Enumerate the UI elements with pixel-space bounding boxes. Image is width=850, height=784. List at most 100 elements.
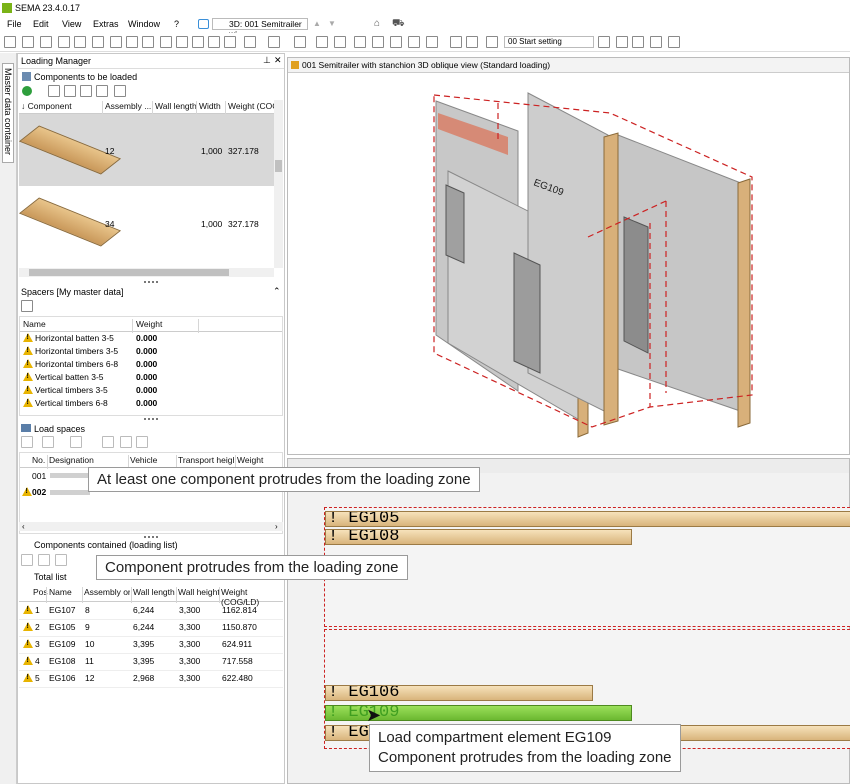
zoom-icon[interactable] [176, 36, 188, 48]
sort-icon[interactable] [120, 436, 132, 448]
move-icon[interactable] [208, 36, 220, 48]
element-eg105[interactable]: ! EG105 [325, 511, 850, 527]
col-spacer-name[interactable]: Name [23, 319, 46, 329]
col-spacer-weight[interactable]: Weight [136, 319, 162, 329]
start-setting-combo[interactable]: 00 Start setting [504, 36, 594, 48]
col-designation[interactable]: Designation [49, 455, 94, 465]
col-assembly[interactable]: Assembly ... [105, 101, 151, 111]
col-name[interactable]: Name [49, 587, 72, 597]
table-row[interactable]: 4 EG108 11 3,395 3,300 717.558 [19, 653, 283, 671]
splitter-grip[interactable] [144, 281, 158, 285]
col-wall-length[interactable]: Wall length [155, 101, 197, 111]
horizontal-scrollbar[interactable] [19, 268, 274, 277]
flag-icon[interactable] [650, 36, 662, 48]
table-row[interactable]: 3 EG109 10 3,395 3,300 624.911 [19, 636, 283, 654]
col-component[interactable]: ↓ Component [21, 101, 72, 111]
new-load-space-icon[interactable] [21, 436, 33, 448]
list-item[interactable]: Horizontal batten 3-5 0.000 [22, 332, 222, 345]
edit-load-space-icon[interactable] [70, 436, 82, 448]
table-row[interactable]: 34 1,000 327.178 [18, 186, 275, 258]
view-3d-panel[interactable]: 001 Semitrailer with stanchion 3D obliqu… [287, 57, 850, 455]
horizontal-scrollbar[interactable]: ‹ › [19, 522, 283, 531]
export-icon[interactable] [110, 36, 122, 48]
contained-edit-icon[interactable] [38, 554, 50, 566]
delete-load-space-icon[interactable] [102, 436, 114, 448]
list-icon[interactable] [450, 36, 462, 48]
cut-icon[interactable] [22, 36, 34, 48]
arrow-in-icon[interactable] [64, 85, 76, 97]
truck-icon[interactable]: ⛟ [392, 18, 405, 31]
settings-2-icon[interactable] [598, 36, 610, 48]
menu-file[interactable]: File [7, 19, 22, 29]
col-no[interactable]: No. [32, 455, 45, 465]
print-icon[interactable] [92, 36, 104, 48]
menu-edit[interactable]: Edit [33, 19, 49, 29]
menu-view[interactable]: View [62, 19, 81, 29]
table-row[interactable]: 2 EG105 9 6,244 3,300 1150.870 [19, 619, 283, 637]
table-icon[interactable] [486, 36, 498, 48]
panel-icon[interactable] [466, 36, 478, 48]
element-eg108[interactable]: ! EG108 [325, 529, 632, 545]
delete-icon[interactable] [316, 36, 328, 48]
pencil-icon[interactable] [334, 36, 346, 48]
list-item[interactable]: Vertical batten 3-5 0.000 [22, 371, 222, 384]
col-transport-height[interactable]: Transport height [178, 455, 234, 465]
paint-icon[interactable] [426, 36, 438, 48]
select-icon[interactable] [294, 36, 306, 48]
home-icon[interactable]: ⌂ [374, 18, 380, 29]
filter-icon[interactable] [114, 85, 126, 97]
spacer-options-icon[interactable] [21, 300, 33, 312]
col-contained-height[interactable]: Wall height [178, 587, 220, 597]
list-item[interactable]: Horizontal timbers 3-5 0.000 [22, 345, 222, 358]
copy-icon[interactable] [126, 36, 138, 48]
close-icon[interactable]: ✕ [274, 55, 282, 66]
pan-icon[interactable] [224, 36, 236, 48]
list-item[interactable]: Horizontal timbers 6-8 0.000 [22, 358, 222, 371]
menu-help[interactable]: ? [174, 19, 179, 29]
pin-icon[interactable]: ⊥ [263, 55, 271, 66]
gear-icon[interactable] [632, 36, 644, 48]
table-row[interactable]: 12 1,000 327.178 [18, 114, 275, 186]
menu-extras[interactable]: Extras [93, 19, 119, 29]
vertical-scrollbar[interactable] [274, 100, 283, 268]
move-load-space-icon[interactable] [136, 436, 148, 448]
contained-add-icon[interactable] [21, 554, 33, 566]
trash-icon[interactable] [96, 85, 108, 97]
col-width[interactable]: Width [199, 101, 221, 111]
settings-icon[interactable] [354, 36, 366, 48]
list-item[interactable]: Vertical timbers 6-8 0.000 [22, 397, 222, 410]
col-load-weight[interactable]: Weight [237, 455, 263, 465]
undo-icon[interactable] [58, 36, 70, 48]
snap-icon[interactable] [268, 36, 280, 48]
col-vehicle[interactable]: Vehicle [130, 455, 157, 465]
menu-window[interactable]: Window [128, 19, 160, 29]
lines-icon[interactable] [408, 36, 420, 48]
search-icon[interactable] [192, 36, 204, 48]
table-row[interactable]: 5 EG106 12 2,968 3,300 622.480 [19, 670, 283, 688]
layout-icon[interactable] [142, 36, 154, 48]
edit-icon[interactable] [40, 36, 52, 48]
copy-load-space-icon[interactable] [42, 436, 54, 448]
collapse-icon[interactable]: ⌃ [273, 286, 281, 297]
camera-icon[interactable] [616, 36, 628, 48]
add-icon[interactable] [22, 86, 32, 96]
col-weight[interactable]: Weight (COG... [228, 101, 278, 111]
element-eg106[interactable]: ! EG106 [325, 685, 593, 701]
splitter-grip[interactable] [144, 418, 158, 422]
col-assembly-order[interactable]: Assembly order [84, 587, 130, 597]
pin-icon[interactable] [668, 36, 680, 48]
list-item[interactable]: Vertical timbers 3-5 0.000 [22, 384, 222, 397]
table-row[interactable]: 1 EG107 8 6,244 3,300 1162.814 [19, 602, 283, 620]
measure-icon[interactable] [160, 36, 172, 48]
open-icon[interactable] [4, 36, 16, 48]
view-switch-icon[interactable] [198, 19, 209, 29]
rotate-icon[interactable] [244, 36, 256, 48]
master-data-container-tab[interactable]: Master data container [2, 63, 14, 163]
arrow-up-icon[interactable]: ▲ [313, 19, 321, 28]
edit-record-icon[interactable] [80, 85, 92, 97]
dimension-icon[interactable] [372, 36, 384, 48]
arrow-down-icon[interactable]: ▼ [328, 19, 336, 28]
view-combo[interactable]: 3D: 001 Semitrailer wi [212, 18, 308, 39]
redo-icon[interactable] [74, 36, 86, 48]
contained-delete-icon[interactable] [55, 554, 67, 566]
